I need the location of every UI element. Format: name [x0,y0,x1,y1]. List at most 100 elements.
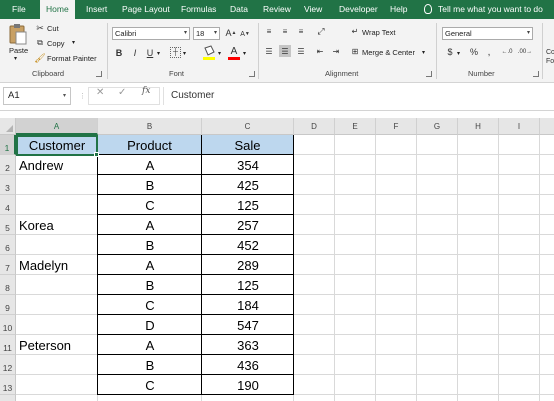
column-header-h[interactable]: H [458,118,499,135]
format-painter-icon[interactable]: 🖌 [34,53,45,63]
cell-b6[interactable]: B [98,235,202,254]
cell-b3[interactable]: B [98,175,202,194]
conditional-formatting-button[interactable]: Co Fo [546,47,554,67]
increase-font-icon[interactable]: A ▲ [226,27,237,39]
column-header-e[interactable]: E [335,118,376,135]
cell-b13[interactable]: C [98,375,202,394]
row-header-7[interactable]: 7 [0,255,16,275]
italic-button[interactable]: I [130,47,140,59]
row-header-3[interactable]: 3 [0,175,16,195]
cell-a2[interactable]: Andrew [16,155,98,174]
paste-dropdown-icon[interactable]: ▾ [14,55,17,62]
column-header-b[interactable]: B [98,118,202,135]
font-size-select[interactable]: 18 ▾ [193,27,220,40]
cell-c8[interactable]: 125 [202,275,294,294]
cut-button[interactable]: Cut [47,24,59,33]
decrease-font-icon[interactable]: A ▼ [240,28,250,40]
row-header-2[interactable]: 2 [0,155,16,175]
column-header-a[interactable]: A [16,118,98,135]
tab-developer[interactable]: Developer [333,0,384,19]
resize-handle-icon[interactable]: ⋮ [79,92,86,100]
cell-b8[interactable]: B [98,275,202,294]
merge-dropdown-icon[interactable]: ▾ [422,49,425,56]
scissors-icon[interactable]: ✂ [35,23,45,33]
increase-decimal-icon[interactable]: ←.0 [500,46,514,58]
row-header-5[interactable]: 5 [0,215,16,235]
underline-dropdown-icon[interactable]: ▾ [157,50,160,57]
cancel-icon[interactable]: ✕ [96,87,104,98]
row-header-11[interactable]: 11 [0,335,16,355]
formula-input[interactable]: Customer [163,87,554,105]
row-header-4[interactable]: 4 [0,195,16,215]
decrease-decimal-icon[interactable]: .00→ [518,46,532,58]
align-top-icon[interactable]: ≡ [263,25,275,37]
orientation-icon[interactable]: ⤢ [315,25,327,37]
align-center-icon[interactable]: ☰ [279,45,291,57]
merge-center-icon[interactable]: ⊞ [350,46,360,56]
cell-c5[interactable]: 257 [202,215,294,234]
copy-icon[interactable]: ⧉ [35,38,45,48]
font-color-dropdown-icon[interactable]: ▾ [243,50,246,57]
worksheet-grid[interactable]: A B C D E F G H I 1 2 3 4 5 6 7 8 9 10 1… [0,118,554,401]
merge-center-button[interactable]: Merge & Center [362,48,415,57]
cell-c9[interactable]: 184 [202,295,294,314]
wrap-text-icon[interactable]: ↵ [350,26,360,36]
align-bottom-icon[interactable]: ≡ [295,25,307,37]
increase-indent-icon[interactable]: ⇥ [330,45,342,57]
cell-c10[interactable]: 547 [202,315,294,334]
column-header-f[interactable]: F [376,118,417,135]
cell-b5[interactable]: A [98,215,202,234]
decrease-indent-icon[interactable]: ⇤ [314,45,326,57]
paste-label[interactable]: Paste [9,46,28,55]
align-middle-icon[interactable]: ≡ [279,25,291,37]
column-header-c[interactable]: C [202,118,294,135]
cell-c3[interactable]: 425 [202,175,294,194]
comma-style-icon[interactable]: , [484,46,494,58]
row-header-13[interactable]: 13 [0,375,16,395]
tab-help[interactable]: Help [384,0,413,19]
enter-icon[interactable]: ✓ [118,87,126,98]
row-header-9[interactable]: 9 [0,295,16,315]
underline-button[interactable]: U [145,47,155,59]
cell-c1[interactable]: Sale [202,135,293,154]
cell-b9[interactable]: C [98,295,202,314]
name-box[interactable]: A1 ▾ [3,87,71,105]
cell-b4[interactable]: C [98,195,202,214]
row-header-partial[interactable] [0,395,16,401]
column-header-partial[interactable] [540,118,554,135]
cell-a5[interactable]: Korea [16,215,98,234]
font-name-select[interactable]: Calibri ▾ [112,27,190,40]
percent-button[interactable]: % [469,46,479,58]
row-header-10[interactable]: 10 [0,315,16,335]
insert-function-icon[interactable]: fx [142,86,150,96]
borders-icon[interactable]: ┼ [170,47,181,58]
tell-me-search[interactable]: Tell me what you want to do [438,0,543,19]
align-right-icon[interactable]: ☰ [295,45,307,57]
row-header-8[interactable]: 8 [0,275,16,295]
cell-b7[interactable]: A [98,255,202,274]
borders-dropdown-icon[interactable]: ▾ [183,50,186,57]
alignment-launcher-icon[interactable] [426,71,432,77]
cell-a7[interactable]: Madelyn [16,255,98,274]
cell-c7[interactable]: 289 [202,255,294,274]
cell-b2[interactable]: A [98,155,202,174]
tab-formulas[interactable]: Formulas [175,0,222,19]
cell-c11[interactable]: 363 [202,335,294,354]
column-header-g[interactable]: G [417,118,458,135]
row-header-12[interactable]: 12 [0,355,16,375]
format-painter-button[interactable]: Format Painter [47,54,97,63]
cell-c2[interactable]: 354 [202,155,294,174]
font-color-icon[interactable]: A [228,45,240,57]
fill-handle[interactable] [94,152,99,157]
cell-b12[interactable]: B [98,355,202,374]
row-header-1[interactable]: 1 [0,135,16,155]
number-launcher-icon[interactable] [533,71,539,77]
clipboard-launcher-icon[interactable] [96,71,102,77]
tab-data[interactable]: Data [224,0,254,19]
tab-review[interactable]: Review [257,0,297,19]
align-left-icon[interactable]: ☰ [263,45,275,57]
tab-insert[interactable]: Insert [80,0,113,19]
tab-page-layout[interactable]: Page Layout [116,0,176,19]
fill-dropdown-icon[interactable]: ▾ [218,50,221,57]
cell-c12[interactable]: 436 [202,355,294,374]
